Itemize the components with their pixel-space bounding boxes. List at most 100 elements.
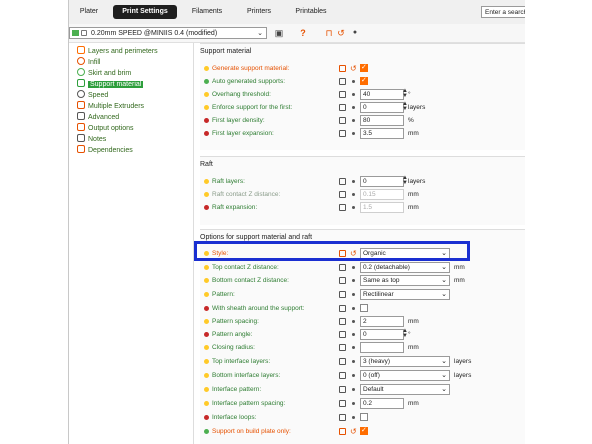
bullet-icon: [204, 292, 209, 297]
lock-icon[interactable]: [339, 130, 346, 137]
pattern-select[interactable]: Rectilinear ⌄: [360, 289, 450, 300]
lock-icon[interactable]: [339, 264, 346, 271]
tab-printables[interactable]: Printables: [289, 5, 333, 19]
help-icon[interactable]: ?: [297, 27, 309, 39]
raft-expansion-input[interactable]: 1.5: [360, 202, 404, 213]
lock-icon[interactable]: [339, 117, 346, 124]
bullet-icon: [352, 307, 355, 310]
lock-icon[interactable]: ⊓: [323, 27, 335, 39]
chevron-down-icon: ⌄: [441, 386, 447, 393]
lock-icon[interactable]: [339, 358, 346, 365]
infill-icon: [77, 57, 85, 65]
sidebar-item-dependencies[interactable]: Dependencies: [77, 145, 133, 155]
first-layer-density-input[interactable]: 80: [360, 115, 404, 126]
section-title: Support material: [200, 48, 252, 55]
row-interface-pattern-spacing: Interface pattern spacing: 0.2 mm: [204, 397, 525, 410]
closing-radius-input[interactable]: [360, 342, 404, 353]
lock-icon[interactable]: [339, 400, 346, 407]
preset-dropdown[interactable]: 0.20mm SPEED @MINIIS 0.4 (modified) ⌄: [69, 27, 267, 39]
lock-icon[interactable]: [339, 344, 346, 351]
chevron-down-icon: ⌄: [441, 372, 447, 379]
notes-icon: [77, 134, 85, 142]
lock-icon[interactable]: [339, 331, 346, 338]
tab-filaments[interactable]: Filaments: [185, 5, 229, 19]
bullet-icon: [204, 79, 209, 84]
bullet-icon[interactable]: ●: [349, 27, 361, 39]
preset-toolbar: 0.20mm SPEED @MINIIS 0.4 (modified) ⌄ ▣ …: [69, 24, 525, 43]
auto-supports-checkbox[interactable]: [360, 76, 368, 85]
sidebar-item-layers[interactable]: Layers and perimeters: [77, 46, 158, 56]
wrench-icon: [77, 145, 85, 153]
lock-icon[interactable]: [339, 104, 346, 111]
bottom-interface-layers-select[interactable]: 0 (off) ⌄: [360, 370, 450, 381]
wrench-icon: [77, 112, 85, 120]
save-icon[interactable]: ▣: [273, 27, 285, 39]
row-pattern: Pattern: Rectilinear ⌄: [204, 288, 525, 301]
sidebar-item-speed[interactable]: Speed: [77, 90, 108, 100]
undo-icon[interactable]: ↺: [350, 425, 357, 438]
raft-layers-input[interactable]: 0: [360, 176, 404, 187]
bullet-icon: [352, 388, 355, 391]
sidebar-item-output[interactable]: Output options: [77, 123, 134, 133]
lock-open-icon[interactable]: [339, 65, 346, 72]
interface-pattern-select[interactable]: Default ⌄: [360, 384, 450, 395]
tab-printers[interactable]: Printers: [239, 5, 279, 19]
undo-icon[interactable]: ↺: [350, 62, 357, 75]
support-icon: [77, 79, 85, 87]
lock-icon[interactable]: [339, 305, 346, 312]
lock-icon[interactable]: [339, 291, 346, 298]
sidebar-item-infill[interactable]: Infill: [77, 57, 100, 67]
row-first-layer-expansion: First layer expansion: 3.5 mm: [204, 127, 525, 140]
lock-icon[interactable]: [339, 277, 346, 284]
lock-icon[interactable]: [339, 78, 346, 85]
bullet-icon: [352, 119, 355, 122]
undo-icon[interactable]: ↺: [335, 27, 347, 39]
sheath-checkbox[interactable]: [360, 304, 368, 312]
bullet-icon: [204, 359, 209, 364]
sidebar-item-skirt[interactable]: Skirt and brim: [77, 68, 131, 78]
section-raft: Raft Raft layers: 0 ▲ ▼ layers Raft conta…: [200, 156, 525, 225]
bullet-icon: [352, 320, 355, 323]
search-input[interactable]: Enter a search: [481, 6, 525, 18]
build-plate-only-checkbox[interactable]: [360, 426, 368, 435]
lock-icon[interactable]: [339, 414, 346, 421]
bullet-icon: [204, 205, 209, 210]
row-first-layer-density: First layer density: 80 %: [204, 114, 525, 127]
top-contact-z-select[interactable]: 0.2 (detachable) ⌄: [360, 262, 450, 273]
row-bottom-interface-layers: Bottom interface layers: 0 (off) ⌄ layers: [204, 369, 525, 382]
lock-open-icon[interactable]: [339, 428, 346, 435]
raft-contact-z-input[interactable]: 0.15: [360, 189, 404, 200]
section-options: Options for support material and raft St…: [200, 229, 525, 444]
settings-sidebar: Layers and perimeters Infill Skirt and b…: [69, 43, 194, 444]
pattern-spacing-input[interactable]: 2: [360, 316, 404, 327]
lock-icon[interactable]: [339, 178, 346, 185]
bullet-icon: [352, 293, 355, 296]
sidebar-item-notes[interactable]: Notes: [77, 134, 106, 144]
interface-loops-checkbox[interactable]: [360, 413, 368, 421]
enforce-support-input[interactable]: 0: [360, 102, 404, 113]
sidebar-item-advanced[interactable]: Advanced: [77, 112, 119, 122]
section-title: Raft: [200, 161, 213, 168]
row-interface-pattern: Interface pattern: Default ⌄: [204, 383, 525, 396]
sidebar-item-extruders[interactable]: Multiple Extruders: [77, 101, 144, 111]
overhang-threshold-input[interactable]: 40: [360, 89, 404, 100]
extruder-icon: [77, 101, 85, 109]
sidebar-item-support[interactable]: Support material: [77, 79, 144, 89]
app-window: Plater Print Settings Filaments Printers…: [68, 0, 525, 444]
lock-icon[interactable]: [339, 204, 346, 211]
first-layer-expansion-input[interactable]: 3.5: [360, 128, 404, 139]
bullet-icon: [352, 193, 355, 196]
tab-print-settings[interactable]: Print Settings: [113, 5, 177, 19]
lock-icon[interactable]: [339, 91, 346, 98]
lock-icon[interactable]: [339, 386, 346, 393]
top-interface-layers-select[interactable]: 3 (heavy) ⌄: [360, 356, 450, 367]
lock-icon[interactable]: [339, 372, 346, 379]
bottom-contact-z-select[interactable]: Same as top ⌄: [360, 275, 450, 286]
generate-support-checkbox[interactable]: [360, 63, 368, 72]
lock-icon[interactable]: [339, 191, 346, 198]
interface-pattern-spacing-input[interactable]: 0.2: [360, 398, 404, 409]
tab-plater[interactable]: Plater: [69, 5, 109, 19]
bullet-icon: [204, 131, 209, 136]
lock-icon[interactable]: [339, 318, 346, 325]
pattern-angle-input[interactable]: 0: [360, 329, 404, 340]
